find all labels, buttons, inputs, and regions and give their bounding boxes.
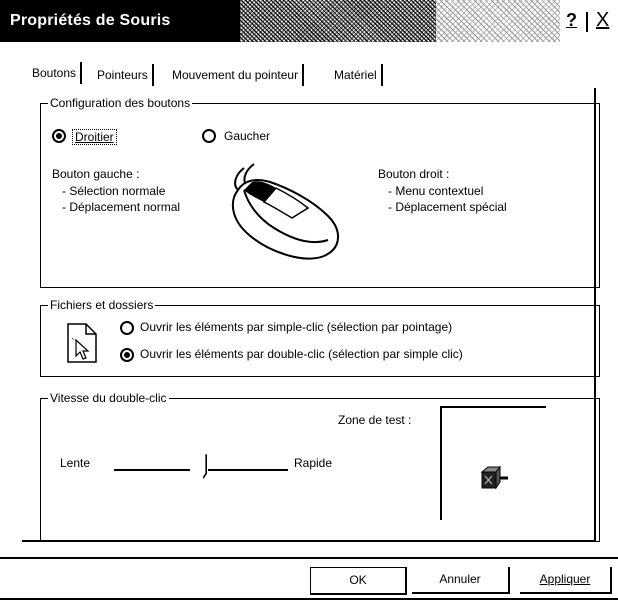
- files-folders-legend: Fichiers et dossiers: [48, 298, 156, 312]
- test-zone-label: Zone de test :: [338, 413, 412, 427]
- jack-in-box-icon: [480, 466, 508, 490]
- tab-label: Mouvement du pointeur: [172, 68, 299, 82]
- radio-single-click[interactable]: [120, 321, 134, 335]
- test-zone[interactable]: [440, 406, 546, 520]
- apply-button-label: Appliquer: [539, 572, 591, 586]
- right-button-line-2: - Déplacement spécial: [388, 200, 507, 214]
- mouse-icon: [231, 163, 339, 260]
- help-button[interactable]: ?: [566, 10, 577, 31]
- window-title: Propriétés de Souris: [10, 12, 171, 29]
- title-bar-pattern-light: [436, 0, 560, 42]
- double-click-speed-legend: Vitesse du double-clic: [48, 391, 169, 405]
- radio-gaucher[interactable]: [202, 129, 216, 143]
- dialog-bottom-border: [0, 598, 618, 600]
- document-pointer-icon: [67, 323, 97, 363]
- buttons-config-legend: Configuration des boutons: [48, 96, 193, 110]
- close-button[interactable]: X: [596, 9, 609, 32]
- tab-materiel[interactable]: Matériel: [330, 64, 383, 86]
- radio-button[interactable]: [202, 129, 216, 143]
- left-button-title: Bouton gauche :: [52, 167, 140, 181]
- fast-label: Rapide: [294, 456, 333, 470]
- double-click-label[interactable]: Ouvrir les éléments par double-clic (sél…: [140, 347, 463, 361]
- apply-button[interactable]: Appliquer: [520, 567, 612, 594]
- speed-slider-track[interactable]: [208, 469, 288, 471]
- tab-boutons[interactable]: Boutons: [28, 62, 83, 84]
- tab-pointeurs[interactable]: Pointeurs: [93, 64, 154, 86]
- tab-label: Pointeurs: [97, 68, 148, 82]
- tab-label: Boutons: [32, 66, 77, 80]
- radio-button[interactable]: [120, 321, 134, 335]
- files-folders-group: [40, 305, 600, 377]
- gaucher-label[interactable]: Gaucher: [224, 129, 270, 143]
- speed-slider-track[interactable]: [114, 469, 190, 471]
- left-button-line-2: - Déplacement normal: [62, 200, 181, 214]
- title-button-divider: [586, 12, 588, 32]
- tab-mouvement-du-pointeur[interactable]: Mouvement du pointeur: [168, 64, 305, 86]
- radio-double-click[interactable]: [120, 348, 134, 362]
- single-click-label[interactable]: Ouvrir les éléments par simple-clic (sél…: [140, 320, 452, 334]
- dialog-separator: [0, 557, 618, 559]
- title-bar-pattern: [240, 0, 436, 42]
- droitier-label[interactable]: Droitier: [72, 129, 117, 145]
- radio-button[interactable]: [120, 348, 134, 362]
- radio-button[interactable]: [52, 129, 66, 143]
- left-button-line-1: - Sélection normale: [62, 184, 166, 198]
- slow-label: Lente: [60, 456, 91, 470]
- speed-slider-thumb[interactable]: [203, 452, 211, 482]
- ok-button[interactable]: OK: [310, 567, 407, 595]
- title-bar[interactable]: Propriétés de Souris ? X: [0, 0, 618, 42]
- right-button-title: Bouton droit :: [378, 167, 450, 181]
- cancel-button[interactable]: Annuler: [412, 567, 510, 594]
- right-button-line-1: - Menu contextuel: [388, 184, 484, 198]
- tab-label: Matériel: [334, 68, 377, 82]
- radio-droitier[interactable]: [52, 129, 66, 143]
